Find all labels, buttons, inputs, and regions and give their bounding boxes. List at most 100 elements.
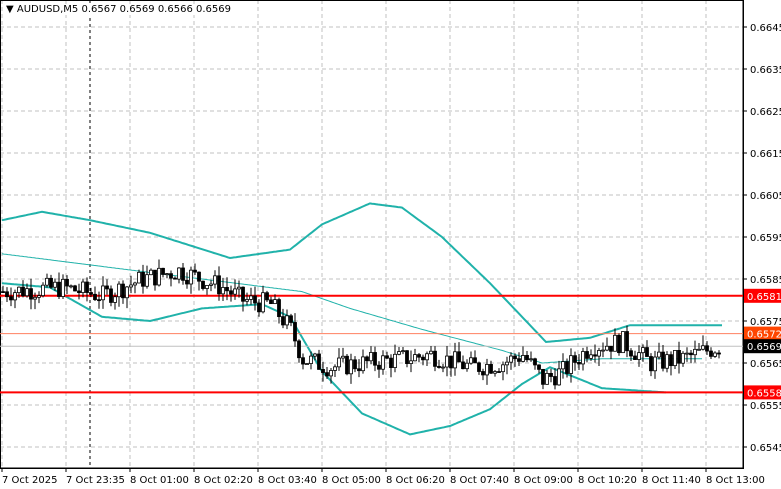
candle — [633, 350, 637, 360]
candle — [173, 276, 177, 280]
candle-body — [273, 299, 277, 305]
candle-body — [121, 283, 125, 299]
candle-body — [577, 362, 581, 365]
candle-body — [241, 286, 245, 302]
candle-body — [61, 278, 65, 297]
candle — [617, 333, 621, 356]
candle-body — [389, 357, 393, 368]
candle — [581, 347, 585, 371]
candle — [681, 351, 685, 367]
candle — [609, 345, 613, 360]
candle — [669, 351, 673, 376]
candle — [265, 290, 269, 302]
candle — [301, 353, 305, 370]
candle-body — [365, 356, 369, 362]
candle-body — [385, 355, 389, 359]
candle-body — [97, 299, 101, 302]
candle — [189, 266, 193, 294]
candle — [269, 296, 273, 305]
candle-body — [33, 296, 37, 300]
candle — [393, 344, 397, 373]
candle-body — [581, 351, 585, 365]
candle-body — [285, 315, 289, 326]
candle — [409, 350, 413, 373]
candle — [37, 291, 41, 304]
candle-body — [413, 354, 417, 362]
candle-body — [713, 352, 717, 357]
candle-body — [605, 345, 609, 351]
candle — [525, 351, 529, 363]
candle-body — [585, 351, 589, 359]
candle-body — [93, 293, 97, 301]
candle-body — [49, 277, 53, 288]
candle-body — [353, 359, 357, 370]
x-tick-label: 8 Oct 11:40 — [642, 475, 701, 486]
candle — [369, 346, 373, 365]
candle — [441, 363, 445, 373]
candle-body — [249, 295, 253, 300]
candle-body — [85, 281, 89, 293]
candle-body — [681, 352, 685, 364]
candle — [557, 360, 561, 386]
candle-body — [377, 364, 381, 370]
y-tick-label: 0.6625 — [750, 107, 781, 118]
candle — [645, 340, 649, 357]
candle-body — [657, 351, 661, 358]
candle — [333, 364, 337, 378]
candle-body — [685, 352, 689, 355]
candle-body — [5, 291, 9, 298]
collapse-triangle-icon[interactable]: ▼ — [6, 4, 14, 15]
candle-body — [613, 334, 617, 352]
candle-body — [677, 350, 681, 364]
candle — [281, 308, 285, 329]
candle-body — [169, 273, 173, 279]
y-tick-label: 0.6635 — [750, 65, 781, 76]
candle — [377, 361, 381, 378]
x-tick-label: 8 Oct 06:20 — [386, 475, 445, 486]
candle — [69, 284, 73, 289]
candle-body — [341, 355, 345, 359]
candle-body — [325, 372, 329, 377]
candle — [153, 269, 157, 291]
candle — [81, 278, 85, 298]
candle — [417, 352, 421, 363]
candle — [413, 348, 417, 362]
candle — [453, 342, 457, 376]
candle-body — [65, 278, 69, 287]
candle — [45, 273, 49, 288]
candle — [605, 337, 609, 352]
candle-body — [237, 286, 241, 290]
x-tick-label: 8 Oct 05:00 — [322, 475, 381, 486]
candle-body — [441, 366, 445, 369]
candle — [501, 361, 505, 381]
candle — [689, 350, 693, 364]
chart-window[interactable]: 0.6645 0.6635 0.6625 0.6615 0.6605 0.6595 0.65… — [0, 0, 781, 489]
candle-body — [293, 322, 297, 342]
price-chart[interactable]: 0.6645 0.6635 0.6625 0.6615 0.6605 0.6595 0.65… — [0, 0, 781, 489]
candle — [661, 345, 665, 372]
candle-body — [105, 285, 109, 290]
candle — [425, 351, 429, 366]
candle — [421, 354, 425, 366]
candle-body — [417, 354, 421, 358]
candle-body — [697, 348, 701, 351]
plot-border — [0, 0, 744, 469]
candle-body — [109, 288, 113, 303]
candle-body — [57, 281, 61, 297]
candle-body — [469, 357, 473, 364]
candle-body — [597, 350, 601, 357]
candle-body — [489, 364, 493, 374]
candle — [601, 342, 605, 358]
x-tick-label: 8 Oct 10:20 — [578, 475, 637, 486]
candle-body — [493, 371, 497, 374]
candle-body — [601, 349, 605, 352]
candle — [125, 286, 129, 309]
candle-body — [717, 352, 721, 355]
candle-body — [45, 277, 49, 286]
candle-body — [153, 269, 157, 286]
x-tick-label: 8 Oct 07:40 — [450, 475, 509, 486]
candle-body — [53, 281, 57, 288]
candle-body — [637, 352, 641, 360]
candle-body — [445, 355, 449, 368]
y-tick-label: 0.6575 — [750, 317, 781, 328]
